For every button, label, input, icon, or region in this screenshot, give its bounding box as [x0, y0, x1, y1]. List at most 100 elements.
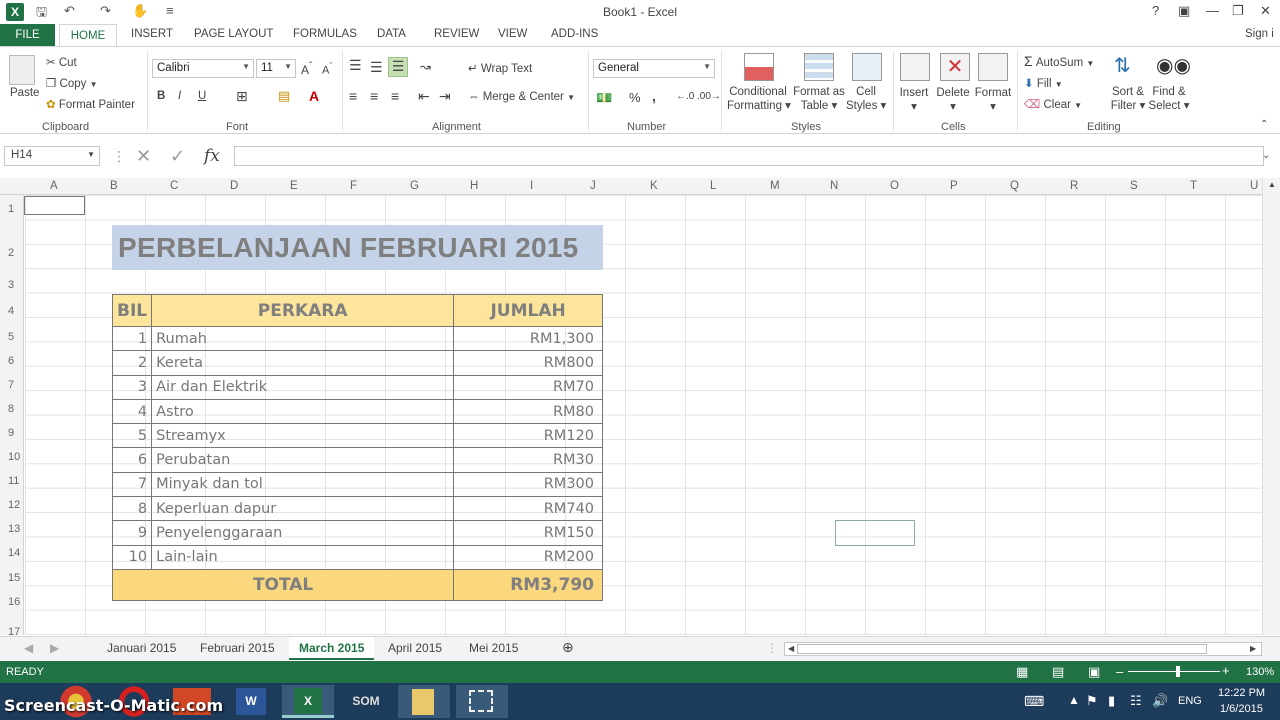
cell-perkara[interactable]: Air dan Elektrik: [151, 374, 455, 400]
sheet-tab-april[interactable]: April 2015: [388, 641, 442, 655]
language-indicator[interactable]: ENG: [1178, 695, 1202, 707]
column-header-g[interactable]: G: [410, 180, 419, 192]
tab-add-ins[interactable]: ADD-INS: [551, 28, 598, 40]
expand-formula-bar-icon[interactable]: ⌄: [1262, 150, 1270, 161]
format-as-table-button[interactable]: Format as Table ▾: [792, 86, 846, 112]
sort-filter-icon[interactable]: ⇅: [1114, 53, 1131, 78]
clock-date[interactable]: 1/6/2015: [1220, 703, 1263, 715]
close-icon[interactable]: ✕: [1260, 3, 1271, 19]
zoom-slider-thumb[interactable]: [1176, 666, 1180, 677]
number-format-select[interactable]: General ▼: [593, 59, 715, 78]
underline-button[interactable]: U: [198, 90, 206, 102]
column-header-h[interactable]: H: [470, 180, 478, 192]
row-header[interactable]: 13: [8, 523, 20, 535]
font-name-select[interactable]: Calibri ▼: [152, 59, 254, 78]
row-header[interactable]: 5: [8, 331, 14, 343]
column-header-p[interactable]: P: [950, 180, 958, 192]
accounting-format-icon[interactable]: 💵: [596, 90, 612, 106]
sheet-tab-januari[interactable]: Januari 2015: [107, 641, 176, 655]
column-header-a[interactable]: A: [50, 180, 58, 192]
cell-perkara[interactable]: Streamyx: [151, 423, 455, 449]
zoom-level[interactable]: 130%: [1246, 666, 1274, 678]
page-break-view-icon[interactable]: ▣: [1088, 664, 1100, 680]
column-header-r[interactable]: R: [1070, 180, 1078, 192]
merge-center-button[interactable]: ⇔ Merge & Center ▼: [468, 91, 575, 103]
increase-decimal-icon[interactable]: ←.0: [676, 91, 694, 102]
word-taskbar-icon[interactable]: W: [236, 688, 266, 715]
cell-jumlah[interactable]: RM70: [453, 374, 603, 400]
cell-jumlah[interactable]: RM80: [453, 398, 603, 425]
insert-cells-button[interactable]: Insert ▾: [899, 87, 929, 113]
row-header[interactable]: 10: [8, 451, 20, 463]
increase-font-icon[interactable]: Aˆ: [301, 61, 312, 77]
column-header-j[interactable]: J: [590, 180, 596, 192]
sign-in-link[interactable]: Sign i: [1245, 28, 1274, 40]
column-header-b[interactable]: B: [110, 180, 118, 192]
cell-perkara[interactable]: Lain-lain: [151, 544, 455, 570]
cell-jumlah[interactable]: RM200: [453, 544, 603, 570]
row-header[interactable]: 2: [8, 247, 14, 259]
conditional-formatting-icon[interactable]: [744, 53, 774, 81]
total-value[interactable]: RM3,790: [453, 568, 603, 601]
cell-styles-button[interactable]: Cell Styles ▾: [846, 86, 886, 112]
collapse-ribbon-icon[interactable]: ⌃: [1260, 119, 1268, 130]
row-header[interactable]: 9: [8, 427, 14, 439]
cell-bil[interactable]: 6: [111, 447, 153, 473]
top-align-icon[interactable]: ☰: [349, 57, 362, 74]
vertical-scrollbar[interactable]: ▲: [1262, 178, 1280, 635]
cell-bil[interactable]: 9: [111, 520, 153, 546]
binoculars-icon[interactable]: ◉◉: [1156, 53, 1191, 78]
tab-file[interactable]: FILE: [0, 24, 55, 46]
volume-icon[interactable]: 🔊: [1152, 693, 1168, 709]
scroll-up-icon[interactable]: ▲: [1268, 180, 1276, 189]
clock-time[interactable]: 12:22 PM: [1218, 687, 1265, 699]
horizontal-scroll-thumb[interactable]: [797, 644, 1207, 654]
cell-jumlah[interactable]: RM740: [453, 496, 603, 522]
horizontal-scrollbar[interactable]: ◀ ▶: [784, 642, 1262, 656]
paste-icon[interactable]: [9, 55, 35, 85]
cell-jumlah[interactable]: RM120: [453, 423, 603, 449]
comma-button[interactable]: ,: [652, 88, 656, 104]
column-header-t[interactable]: T: [1190, 180, 1197, 192]
tab-insert[interactable]: INSERT: [131, 28, 173, 40]
next-sheet-icon[interactable]: ▶: [50, 641, 59, 655]
column-header-d[interactable]: D: [230, 180, 238, 192]
row-header[interactable]: 11: [8, 475, 19, 487]
percent-button[interactable]: %: [629, 90, 641, 105]
help-icon[interactable]: ?: [1152, 3, 1159, 18]
cell-bil[interactable]: 7: [111, 471, 153, 498]
borders-icon[interactable]: ⊞: [236, 88, 248, 105]
column-header-e[interactable]: E: [290, 180, 298, 192]
new-sheet-icon[interactable]: ⊕: [562, 639, 574, 656]
cell-jumlah[interactable]: RM30: [453, 447, 603, 473]
conditional-formatting-button[interactable]: Conditional Formatting ▾: [727, 86, 791, 112]
tab-home[interactable]: HOME: [59, 24, 117, 47]
find-select-button[interactable]: Find & Select ▾: [1148, 86, 1190, 112]
sheet-title-cell[interactable]: PERBELANJAAN FEBRUARI 2015: [112, 225, 603, 270]
cell-bil[interactable]: 5: [111, 423, 153, 449]
row-header[interactable]: 15: [8, 572, 20, 584]
zoom-in-icon[interactable]: +: [1222, 663, 1230, 678]
sheet-tab-februari[interactable]: Februari 2015: [200, 641, 275, 655]
row-header[interactable]: 1: [8, 203, 14, 215]
cell-jumlah[interactable]: RM300: [453, 471, 603, 498]
align-left-icon[interactable]: ≡: [349, 88, 357, 104]
bold-button[interactable]: B: [157, 90, 165, 102]
column-header-m[interactable]: M: [770, 180, 780, 192]
cell-jumlah[interactable]: RM150: [453, 520, 603, 546]
tab-page-layout[interactable]: PAGE LAYOUT: [194, 28, 273, 40]
snipping-taskbar-icon[interactable]: [469, 690, 493, 712]
copy-button[interactable]: ❐ Copy ▼: [46, 76, 98, 90]
tab-data[interactable]: DATA: [377, 28, 406, 40]
align-right-icon[interactable]: ≡: [391, 88, 399, 104]
format-as-table-icon[interactable]: [804, 53, 834, 81]
page-layout-view-icon[interactable]: ▤: [1052, 664, 1064, 680]
cell-bil[interactable]: 4: [111, 398, 153, 425]
autosum-button[interactable]: Σ AutoSum ▼: [1024, 53, 1094, 69]
ribbon-display-icon[interactable]: ▣: [1178, 3, 1190, 19]
cell-bil[interactable]: 10: [111, 544, 153, 570]
insert-cells-icon[interactable]: [900, 53, 930, 81]
minimize-icon[interactable]: —: [1206, 3, 1219, 18]
bottom-align-icon[interactable]: ☰: [388, 57, 408, 77]
align-center-icon[interactable]: ≡: [370, 88, 378, 104]
